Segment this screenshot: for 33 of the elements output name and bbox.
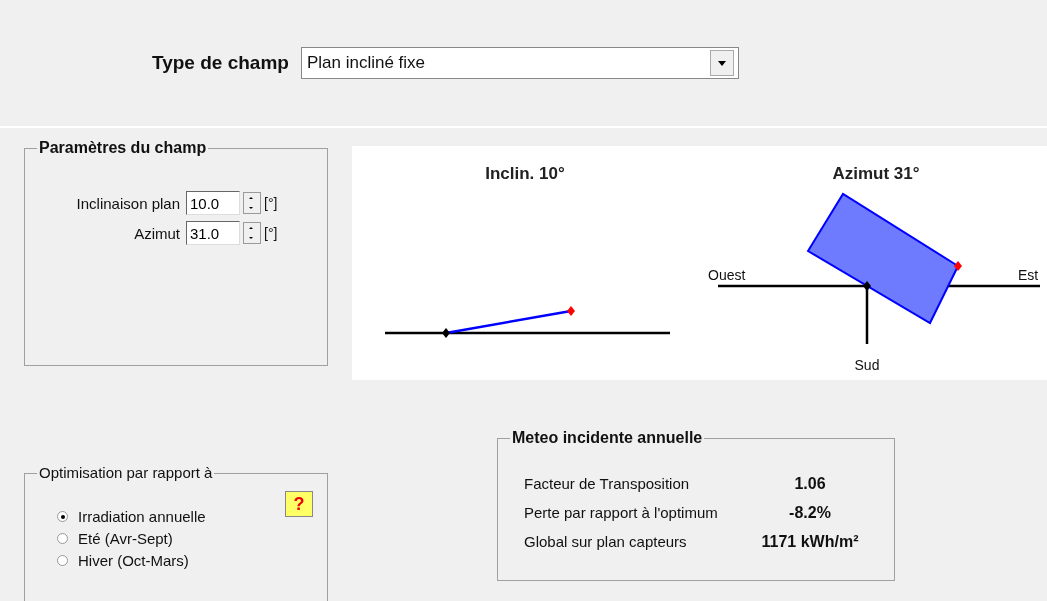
radio-button[interactable] [57, 533, 68, 544]
radio-button[interactable] [57, 511, 68, 522]
radio-button[interactable] [57, 555, 68, 566]
group-title: Paramètres du champ [37, 139, 209, 157]
spinner-icon[interactable] [243, 222, 261, 244]
pivot-marker [442, 328, 450, 338]
field-label: Azimut [133, 224, 180, 242]
result-label: Facteur de Transposition [524, 475, 690, 493]
diagram-title: Inclin. 10° [485, 164, 565, 183]
pivot-marker [863, 281, 871, 291]
number-field[interactable]: 10.0 [186, 191, 240, 215]
south-label: Sud [854, 357, 880, 373]
field-type-label: Type de champ [152, 52, 289, 74]
result-value: 1.06 [793, 475, 827, 493]
result-value: 1171 kWh/m² [760, 533, 860, 551]
east-label: Est [1018, 267, 1039, 283]
result-label: Global sur plan capteurs [524, 533, 687, 551]
result-value: -8.2% [788, 504, 832, 522]
unit-label: [°] [264, 195, 278, 211]
edge-marker [567, 306, 575, 316]
number-field[interactable]: 31.0 [186, 221, 240, 245]
radio-option[interactable]: Hiver (Oct-Mars) [57, 552, 327, 569]
result-label: Perte par rapport à l'optimum [524, 504, 718, 522]
field-label: Inclinaison plan [75, 194, 180, 212]
unit-label: [°] [264, 225, 278, 241]
west-label: Ouest [708, 267, 746, 283]
radio-option[interactable]: Eté (Avr-Sept) [57, 530, 327, 547]
diagram-title: Azimut 31° [832, 164, 920, 183]
spinner-icon[interactable] [243, 192, 261, 214]
group-title: Optimisation par rapport à [37, 464, 215, 481]
field-type-dropdown[interactable]: Plan incliné fixe [300, 47, 739, 79]
edge-marker [954, 261, 962, 271]
help-button[interactable]: ? [285, 491, 313, 517]
